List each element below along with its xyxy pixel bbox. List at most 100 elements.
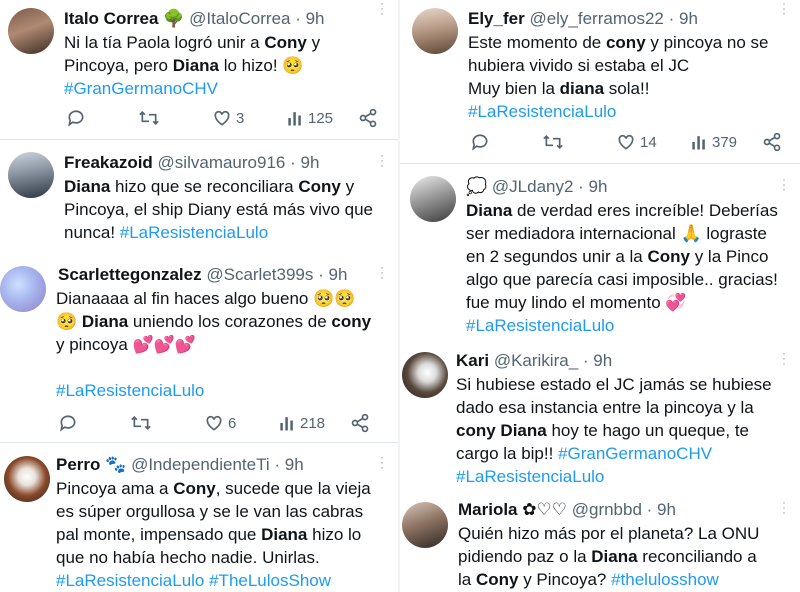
more-icon[interactable]: · · ·: [374, 0, 390, 22]
hashtag-link[interactable]: #thelulosshow: [611, 570, 719, 589]
tweet[interactable]: Kari @Karikira_ · 9h · · · Si hubiese esta…: [400, 344, 800, 494]
hashtag-link[interactable]: #LaResistenciaLulo #TheLulosShow: [56, 571, 331, 590]
left-column: Italo Correa 🌳 @ItaloCorrea · 9h · · · Ni …: [0, 0, 398, 592]
views-button[interactable]: 379: [690, 131, 737, 153]
tweet-text-segment: 🥺: [56, 312, 82, 331]
author-handle[interactable]: @grnbbd: [572, 500, 642, 519]
retweet-button[interactable]: [542, 131, 568, 153]
more-icon[interactable]: · · ·: [374, 149, 390, 174]
author-handle[interactable]: @Karikira_: [494, 351, 578, 370]
avatar[interactable]: [8, 152, 54, 198]
like-button[interactable]: 6: [204, 412, 236, 434]
share-button[interactable]: [762, 131, 782, 153]
highlighted-term: Cony: [647, 247, 690, 266]
author-name[interactable]: Ely_fer: [468, 9, 525, 28]
author-name[interactable]: Mariola: [458, 500, 518, 519]
hashtag-link[interactable]: #LaResistenciaLulo: [466, 316, 614, 335]
author-handle[interactable]: @silvamauro916: [158, 153, 286, 172]
tweet[interactable]: Italo Correa 🌳 @ItaloCorrea · 9h · · · Ni …: [0, 0, 398, 140]
highlighted-term: Cony: [298, 177, 341, 196]
hashtag-link[interactable]: #LaResistenciaLulo: [468, 102, 616, 121]
reply-button[interactable]: [66, 107, 90, 129]
hashtag-link[interactable]: #GranGermanoCHV: [64, 79, 218, 98]
tweet-text-segment: hubiera vivido si estaba el JC: [468, 56, 690, 75]
author-handle[interactable]: @Scarlet399s: [206, 265, 313, 284]
author-name[interactable]: 💭: [466, 177, 487, 196]
timestamp[interactable]: · 9h: [583, 351, 612, 370]
like-button[interactable]: 3: [212, 107, 244, 129]
tweet-text-segment: que no había hecho nadie. Unirlas.: [56, 548, 320, 567]
timestamp[interactable]: · 9h: [274, 455, 303, 474]
timestamp[interactable]: · 9h: [290, 153, 319, 172]
reply-icon: [472, 134, 488, 151]
tweet-text-segment: hizo que se reconciliara: [110, 177, 299, 196]
timestamp[interactable]: · 9h: [295, 9, 324, 28]
reply-button[interactable]: [470, 131, 494, 153]
tweet-line: pidiendo paz o la Diana reconciliando a: [458, 545, 759, 568]
avatar[interactable]: [412, 8, 458, 54]
tweet-line: fue muy lindo el momento 💞: [466, 291, 778, 314]
author-handle[interactable]: @IndependienteTi: [131, 455, 270, 474]
tweet-text-segment: hizo lo: [307, 525, 362, 544]
avatar[interactable]: [8, 8, 54, 54]
hashtag-link[interactable]: #GranGermanoCHV: [558, 444, 712, 463]
more-icon[interactable]: · · ·: [374, 261, 390, 286]
avatar[interactable]: [4, 456, 50, 502]
hashtag-link[interactable]: #LaResistenciaLulo: [56, 381, 204, 400]
author-name[interactable]: Scarlettegonzalez: [58, 265, 202, 284]
author-name[interactable]: Kari: [456, 351, 489, 370]
retweet-button[interactable]: [138, 107, 164, 129]
share-button[interactable]: [350, 412, 370, 434]
views-button[interactable]: 125: [286, 107, 333, 129]
highlighted-term: Diana: [261, 525, 308, 544]
tweet-line: algo que parecía casi imposible.. gracia…: [466, 268, 778, 291]
tweet[interactable]: Scarlettegonzalez @Scarlet399s · 9h · · · …: [0, 258, 398, 444]
more-icon[interactable]: · · ·: [776, 173, 792, 198]
timestamp[interactable]: · 9h: [578, 177, 607, 196]
more-icon[interactable]: · · ·: [776, 0, 792, 22]
badge-icon: 🐾: [105, 455, 127, 474]
tweet-line: hubiera vivido si estaba el JC: [468, 54, 769, 77]
tweet-line: Si hubiese estado el JC jamás se hubiese: [456, 373, 772, 396]
more-icon[interactable]: · · ·: [776, 347, 792, 372]
timestamp[interactable]: · 9h: [669, 9, 698, 28]
more-icon[interactable]: · · ·: [374, 451, 390, 476]
reply-button[interactable]: [58, 412, 82, 434]
more-icon[interactable]: · · ·: [776, 496, 792, 521]
tweet[interactable]: Freakazoid @silvamauro916 · 9h · · · Diana…: [0, 140, 398, 258]
tweet-text: Este momento de cony y pincoya no se hubi…: [468, 31, 769, 123]
author-name[interactable]: Perro: [56, 455, 100, 474]
hashtag-link[interactable]: #LaResistenciaLulo: [456, 467, 604, 486]
highlighted-term: Diana: [64, 177, 111, 196]
avatar[interactable]: [410, 176, 456, 222]
tweet-text: Diana hizo que se reconciliara Cony y Pin…: [64, 175, 373, 244]
author-handle[interactable]: @JLdany2: [492, 177, 574, 196]
tweet[interactable]: Mariola ✿♡♡ @grnbbd · 9h · · · Quién hizo …: [400, 494, 800, 592]
views-icon: [280, 417, 293, 431]
timestamp[interactable]: · 9h: [647, 500, 676, 519]
author-handle[interactable]: @ItaloCorrea: [189, 9, 290, 28]
like-count: 14: [640, 133, 657, 151]
author-handle[interactable]: @ely_ferramos22: [529, 9, 663, 28]
share-button[interactable]: [358, 107, 378, 129]
tweet-text-segment: Si hubiese estado el JC jamás se hubiese: [456, 375, 772, 394]
author-name[interactable]: Italo Correa: [64, 9, 158, 28]
tweet-text-segment: y pincoya no se: [645, 33, 769, 52]
avatar[interactable]: [402, 352, 448, 398]
author-name[interactable]: Freakazoid: [64, 153, 153, 172]
views-count: 218: [300, 414, 326, 432]
views-button[interactable]: 218: [278, 412, 325, 434]
tweet[interactable]: Ely_fer @ely_ferramos22 · 9h · · · Este mo…: [400, 0, 800, 164]
tweet[interactable]: Perro 🐾 @IndependienteTi · 9h · · · Pincoy…: [0, 444, 398, 592]
avatar[interactable]: [0, 266, 46, 312]
hashtag-link[interactable]: #LaResistenciaLulo: [120, 223, 268, 242]
retweet-button[interactable]: [130, 412, 156, 434]
like-icon: [618, 134, 634, 150]
timestamp[interactable]: · 9h: [318, 265, 347, 284]
tweet-text-segment: en 2 segundos unir a la: [466, 247, 648, 266]
tweet-text-segment: nunca!: [64, 223, 120, 242]
tweet[interactable]: 💭 @JLdany2 · 9h · · · Diana de verdad eres…: [400, 164, 800, 344]
like-button[interactable]: 14: [616, 131, 657, 153]
tweet-line: cony Diana hoy te hago un queque, te: [456, 419, 772, 442]
avatar[interactable]: [402, 502, 448, 548]
